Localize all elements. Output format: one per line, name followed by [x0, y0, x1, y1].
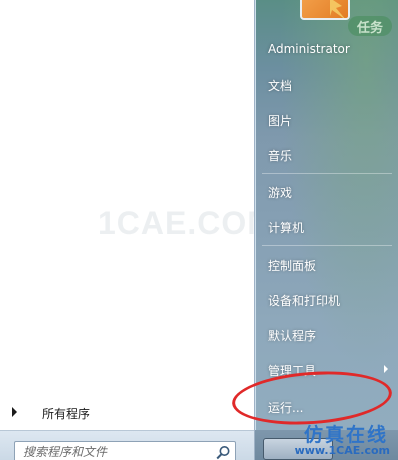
menu-item-music[interactable]: 音乐 [256, 140, 396, 170]
brand-watermark: 仿真在线 www.1CAE.com [280, 420, 392, 460]
menu-item-computer-label: 计算机 [268, 221, 305, 235]
search-area [0, 430, 254, 460]
menu-item-control-panel-label: 控制面板 [268, 259, 317, 273]
all-programs-button[interactable]: 所有程序 [0, 398, 254, 428]
user-avatar[interactable] [300, 0, 350, 20]
menu-item-music-label: 音乐 [268, 149, 293, 163]
menu-item-default-programs[interactable]: 默认程序 [256, 320, 396, 350]
submenu-arrow-icon [384, 365, 388, 373]
programs-pane: 1CAE.COM 所有程序 [0, 0, 274, 460]
background-pill: 任务 [348, 16, 392, 36]
menu-item-control-panel[interactable]: 控制面板 [256, 250, 396, 280]
separator [262, 173, 392, 174]
separator [262, 245, 392, 246]
menu-item-documents[interactable]: 文档 [256, 70, 396, 100]
menu-item-user-label: Administrator [268, 42, 350, 56]
menu-item-devices-printers-label: 设备和打印机 [268, 294, 341, 308]
menu-item-documents-label: 文档 [268, 79, 293, 93]
brand-title: 仿真在线 [303, 424, 388, 446]
menu-item-devices-printers[interactable]: 设备和打印机 [256, 285, 396, 315]
menu-item-pictures-label: 图片 [268, 114, 293, 128]
brand-url: www.1CAE.com [294, 444, 390, 457]
menu-item-user[interactable]: Administrator [256, 35, 396, 65]
search-input[interactable] [23, 444, 213, 460]
watermark: 1CAE.COM [98, 205, 275, 241]
menu-item-games-label: 游戏 [268, 186, 293, 200]
menu-item-pictures[interactable]: 图片 [256, 105, 396, 135]
menu-item-games[interactable]: 游戏 [256, 177, 396, 207]
menu-item-default-programs-label: 默认程序 [268, 329, 317, 343]
all-programs-label: 所有程序 [42, 407, 91, 421]
search-box[interactable] [14, 441, 236, 460]
search-icon[interactable] [215, 445, 231, 460]
triangle-right-icon [12, 407, 17, 417]
menu-item-computer[interactable]: 计算机 [256, 212, 396, 242]
